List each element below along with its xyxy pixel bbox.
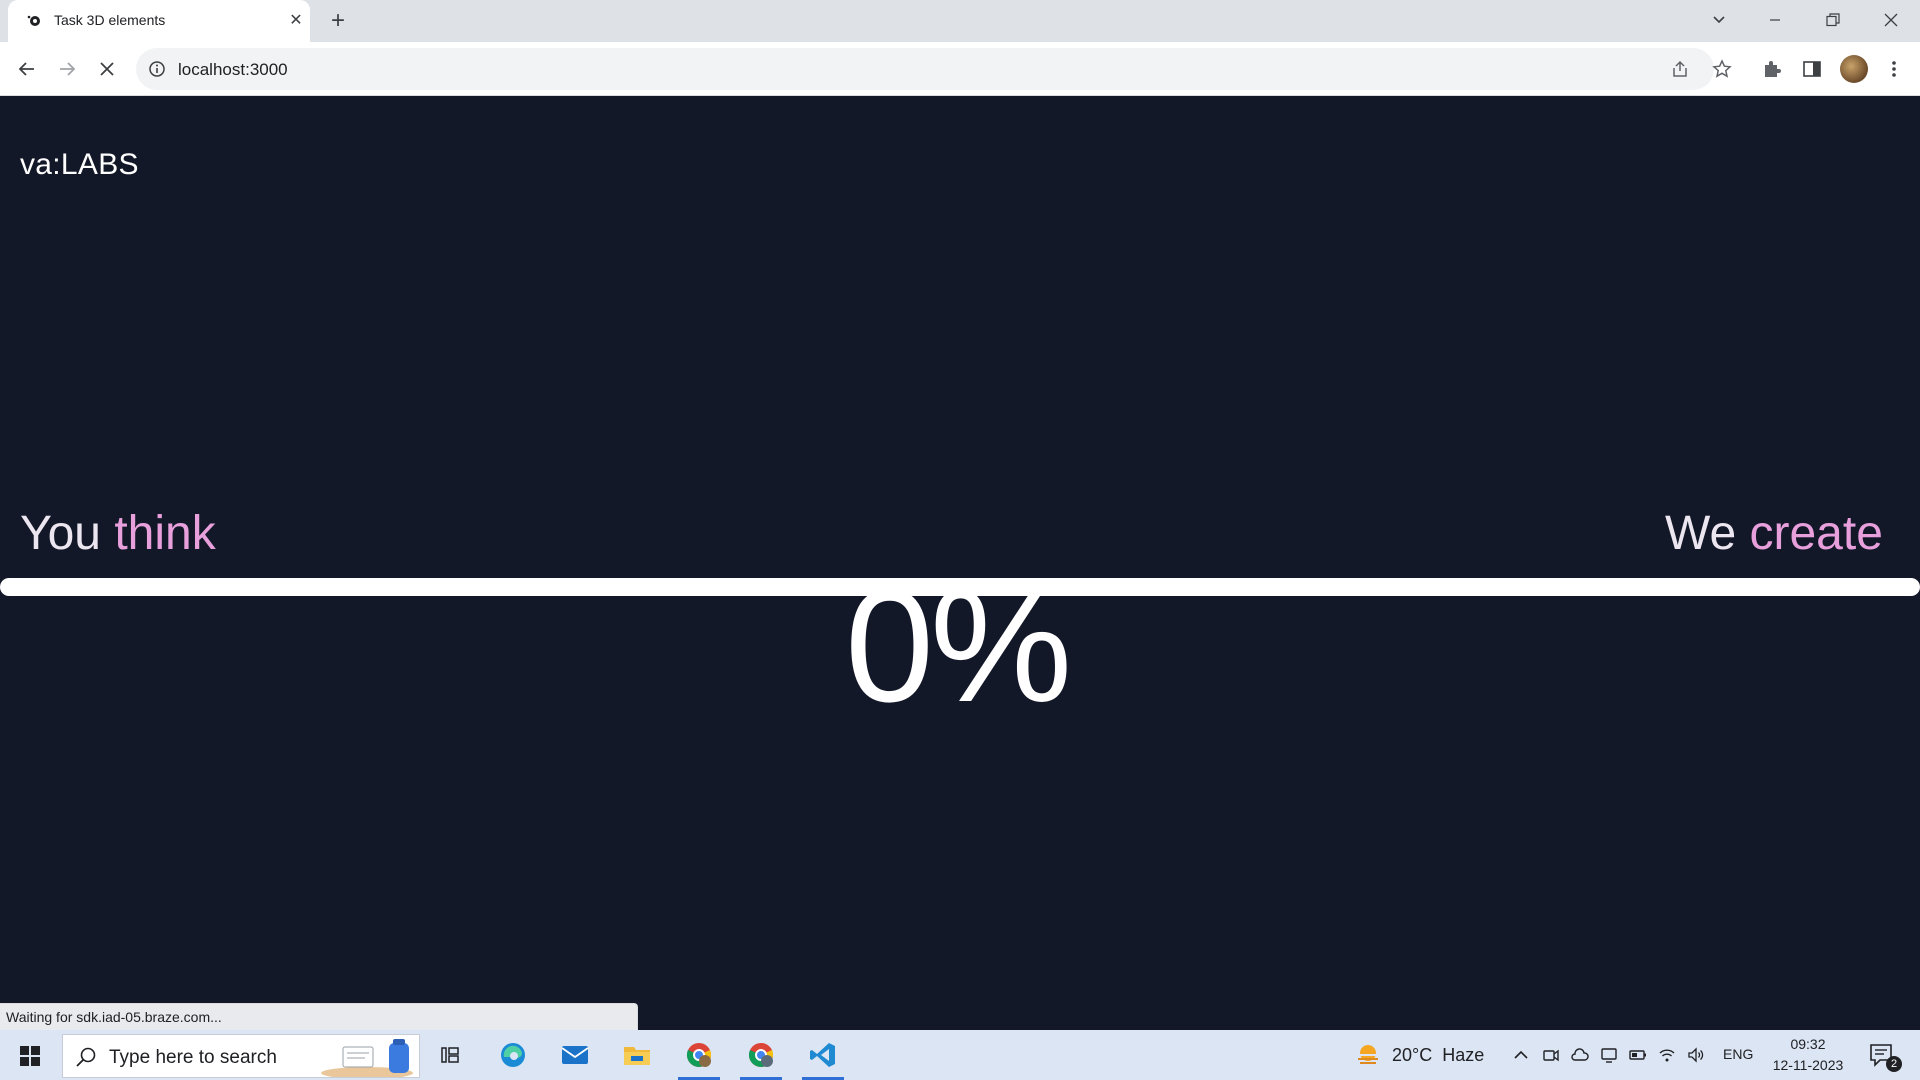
forward-arrow-icon[interactable] [52, 54, 82, 84]
tagline-you-think: You think [20, 506, 216, 561]
system-clock[interactable]: 09:32 12-11-2023 [1760, 1034, 1856, 1076]
volume-speaker-icon[interactable] [1687, 1046, 1705, 1064]
restore-window-icon[interactable] [1810, 4, 1856, 36]
windows-start-icon[interactable] [10, 1041, 50, 1071]
address-bar[interactable]: localhost:3000 [136, 48, 1714, 90]
tagline-right-word1: We [1665, 507, 1737, 560]
chrome-taskbar-icon[interactable] [674, 1030, 724, 1080]
browser-toolbar: localhost:3000 [0, 42, 1920, 96]
notification-count-badge: 2 [1886, 1056, 1902, 1072]
edge-browser-icon[interactable] [488, 1030, 538, 1080]
minimize-window-icon[interactable] [1752, 4, 1798, 36]
task-view-icon[interactable] [425, 1030, 475, 1080]
search-placeholder: Type here to search [109, 1047, 277, 1068]
logo-prefix: va: [20, 148, 61, 181]
input-language[interactable]: ENG [1723, 1046, 1753, 1062]
chrome-menu-icon[interactable] [1884, 59, 1904, 79]
page-viewport: va:LABS You think We create 0% [0, 96, 1920, 1030]
page-favicon-icon [27, 15, 40, 26]
back-arrow-icon[interactable] [12, 54, 42, 84]
haze-sun-icon [1356, 1045, 1380, 1064]
clock-time: 09:32 [1790, 1036, 1826, 1052]
tab-search-icon[interactable] [1696, 4, 1742, 36]
tagline-left-word2: think [114, 507, 216, 560]
weather-temp: 20°C [1392, 1044, 1433, 1065]
tagline-left-word1: You [20, 507, 101, 560]
close-window-icon[interactable] [1868, 4, 1914, 36]
battery-icon[interactable] [1629, 1046, 1647, 1064]
loading-percent: 0% [845, 556, 1072, 735]
meet-camera-icon[interactable] [1542, 1046, 1560, 1064]
bookmark-star-icon[interactable] [1712, 59, 1732, 79]
browser-tabstrip: Task 3D elements ✕ + [0, 0, 1920, 42]
vscode-icon[interactable] [798, 1030, 848, 1080]
taskbar-search-box[interactable]: Type here to search [62, 1034, 420, 1078]
share-icon[interactable] [1670, 59, 1690, 79]
side-panel-icon[interactable] [1802, 59, 1822, 79]
weather-desc: Haze [1442, 1044, 1485, 1065]
mail-icon[interactable] [550, 1030, 600, 1080]
browser-tab[interactable]: Task 3D elements ✕ [8, 0, 310, 42]
profile-avatar[interactable] [1840, 55, 1868, 83]
extensions-puzzle-icon[interactable] [1762, 59, 1782, 79]
site-info-icon[interactable] [148, 60, 166, 78]
tagline-we-create: We create [1665, 506, 1883, 561]
onedrive-cloud-icon[interactable] [1571, 1046, 1589, 1064]
file-explorer-icon[interactable] [612, 1030, 662, 1080]
logo-main: LABS [60, 148, 139, 181]
tab-title: Task 3D elements [54, 12, 166, 28]
weather-widget[interactable]: 20°C Haze [1354, 1042, 1484, 1068]
stop-loading-icon[interactable] [92, 54, 122, 84]
url-text[interactable]: localhost:3000 [178, 60, 288, 80]
chrome-profile-taskbar-icon[interactable] [736, 1030, 786, 1080]
search-icon [76, 1047, 96, 1067]
device-display-icon[interactable] [1600, 1046, 1618, 1064]
show-hidden-icons-chevron-icon[interactable] [1512, 1046, 1530, 1064]
tagline-right-word2: create [1749, 507, 1883, 560]
new-tab-button[interactable]: + [324, 8, 352, 36]
valabs-logo[interactable]: va:LABS [20, 148, 139, 182]
windows-taskbar: Type here to search 20°C Haze ENG 09:32 … [0, 1030, 1920, 1080]
browser-status-bubble: Waiting for sdk.iad-05.braze.com... [0, 1003, 638, 1030]
wifi-icon[interactable] [1658, 1046, 1676, 1064]
clock-date: 12-11-2023 [1772, 1057, 1844, 1073]
tab-close-icon[interactable]: ✕ [286, 11, 306, 31]
search-highlight-art-icon [321, 1039, 413, 1077]
